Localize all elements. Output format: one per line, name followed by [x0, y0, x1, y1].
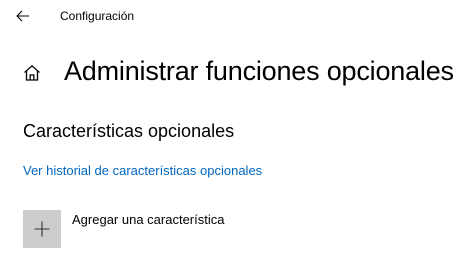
section-title: Características opcionales: [23, 121, 235, 141]
window-title: Configuración: [60, 9, 135, 23]
page-title: Administrar funciones opcionales: [64, 56, 454, 86]
add-feature-label: Agregar una característica: [72, 212, 225, 227]
back-button[interactable]: [8, 2, 38, 30]
title-bar: Configuración: [0, 0, 460, 32]
plus-icon: [34, 221, 50, 237]
optional-features-history-link[interactable]: Ver historial de características opciona…: [23, 163, 262, 179]
add-feature-tile[interactable]: [23, 210, 61, 248]
add-feature-button[interactable]: Agregar una característica: [23, 210, 224, 248]
home-icon[interactable]: [22, 63, 42, 83]
arrow-left-icon: [16, 10, 29, 22]
